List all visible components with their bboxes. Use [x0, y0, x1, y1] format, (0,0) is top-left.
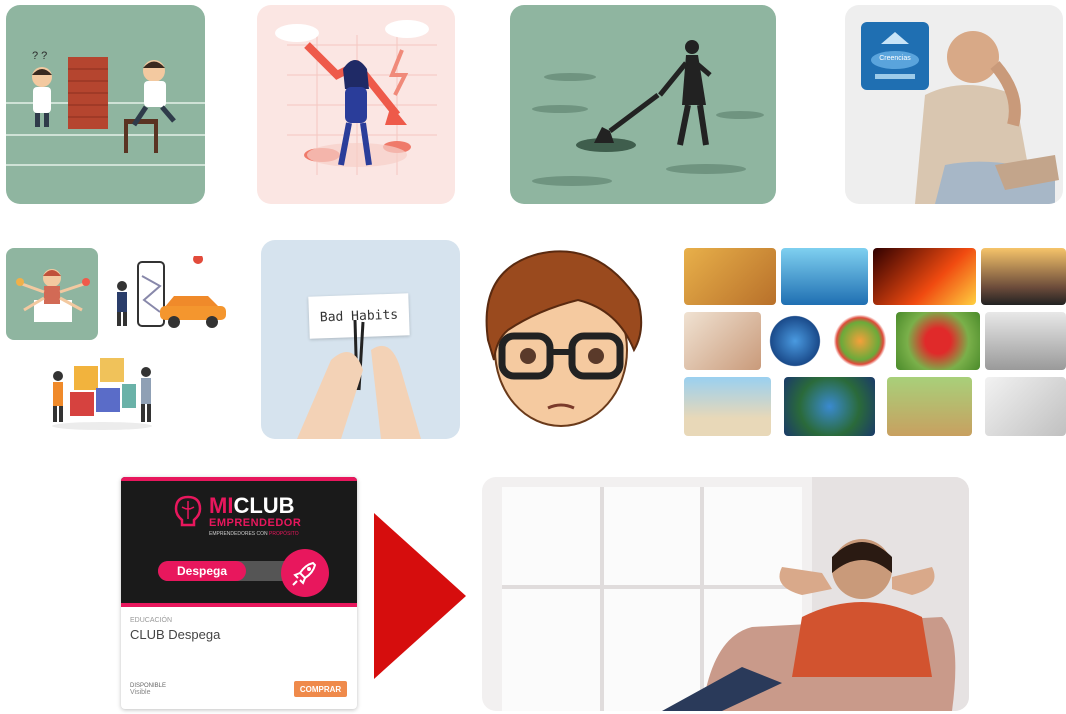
buy-button[interactable]: COMPRAR	[294, 681, 347, 697]
product-card-banner: MICLUB EMPRENDEDOR EMPRENDEDORES CON PRO…	[121, 477, 357, 607]
banner-top-accent	[121, 477, 357, 481]
brand-club: CLUB	[233, 493, 295, 518]
thumb-relaxed-woman	[684, 312, 761, 370]
product-title[interactable]: CLUB Despega	[130, 627, 220, 642]
banner-bottom-accent	[121, 603, 357, 607]
thumb-modern-office	[985, 312, 1066, 370]
illustration-car-map-phone	[108, 256, 236, 332]
thumb-food-plate	[829, 312, 891, 370]
photo-sad-man-beliefs: Creencias	[845, 5, 1063, 204]
beliefs-pyramid-thumbnail: Creencias	[861, 22, 929, 90]
despega-button[interactable]: Despega	[158, 561, 246, 581]
rocket-icon	[292, 561, 317, 586]
thumb-fire-explosion	[873, 248, 976, 305]
despega-button-label: Despega	[176, 564, 228, 578]
brand-tagline: EMPRENDEDORES CON PROPÓSITO	[209, 531, 299, 537]
product-category: EDUCACIÓN	[130, 617, 173, 624]
play-arrow-icon	[374, 513, 466, 679]
illustration-multitasking-woman	[6, 248, 98, 340]
thumb-family-beach	[684, 377, 771, 436]
buy-button-label: COMPRAR	[299, 684, 342, 694]
thumb-heart-hands	[896, 312, 980, 370]
rocket-badge	[281, 549, 329, 597]
thumb-relaxed-man	[985, 377, 1066, 436]
illustration-falling-chart	[257, 5, 455, 204]
illustration-wall-obstacle: ? ?	[6, 5, 205, 204]
svg-text:? ?: ? ?	[32, 50, 47, 62]
brick-wall-icon	[68, 57, 108, 129]
beliefs-label: Creencias	[879, 55, 911, 62]
illustration-pulling-from-hole	[510, 5, 776, 204]
brand-mi: MI	[209, 493, 234, 518]
thumbnail-collage	[684, 248, 1066, 438]
lightbulb-brain-icon	[174, 495, 202, 527]
brand-sub: EMPRENDEDOR	[209, 517, 302, 529]
photo-cutting-bad-habits: Bad Habits	[261, 240, 460, 439]
thumb-earth-globe	[766, 312, 824, 370]
thumb-mountain-sunset	[981, 248, 1066, 305]
illustration-worried-boy	[468, 240, 654, 432]
illustration-puzzle-team	[44, 352, 160, 432]
photo-relaxed-man-window	[482, 477, 969, 711]
thumb-treasure-map	[684, 248, 776, 305]
thumb-world-collage	[784, 377, 875, 436]
thumb-coins-plant	[887, 377, 972, 436]
availability-value: Visible	[130, 689, 151, 696]
thumb-iceberg	[781, 248, 868, 305]
product-card[interactable]: MICLUB EMPRENDEDOR EMPRENDEDORES CON PRO…	[121, 477, 357, 709]
